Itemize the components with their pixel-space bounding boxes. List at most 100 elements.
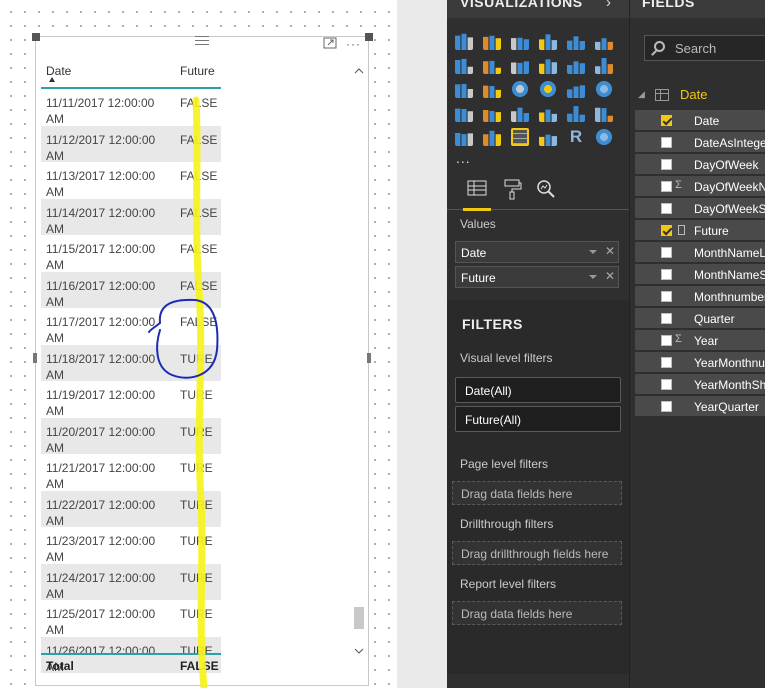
dropdown-arrow-icon[interactable] <box>589 250 597 254</box>
field-checkbox[interactable] <box>661 225 672 236</box>
table-row[interactable]: 11/18/2017 12:00:00 AM TURE <box>41 344 221 382</box>
column-header-future[interactable]: Future <box>180 64 215 78</box>
scroll-thumb[interactable] <box>354 607 364 629</box>
kpi-icon[interactable] <box>455 133 473 146</box>
value-well-future[interactable]: Future ✕ <box>455 266 619 288</box>
stacked-bar-icon[interactable] <box>455 33 473 50</box>
field-checkbox[interactable] <box>661 137 672 148</box>
table-row[interactable]: 11/20/2017 12:00:00 AM TURE <box>41 417 221 455</box>
remove-field-icon[interactable]: ✕ <box>605 244 615 258</box>
clustered-bar-icon[interactable] <box>511 37 529 50</box>
stacked-column-icon[interactable] <box>483 35 501 50</box>
table-row[interactable]: 11/13/2017 12:00:00 AM FALSE <box>41 162 221 199</box>
table-row[interactable]: 11/21/2017 12:00:00 AM TURE <box>41 454 221 491</box>
scatter-icon[interactable] <box>483 85 501 98</box>
field-item-quarter[interactable]: Quarter <box>635 308 765 329</box>
field-checkbox[interactable] <box>661 159 672 170</box>
line-chart-icon[interactable] <box>455 58 473 74</box>
waterfall-icon[interactable] <box>455 83 473 98</box>
matrix-icon[interactable] <box>539 134 557 146</box>
drag-grip-icon[interactable] <box>195 36 209 45</box>
resize-handle[interactable] <box>32 33 40 41</box>
clustered-column-icon[interactable] <box>539 34 557 50</box>
ribbon-chart-icon[interactable] <box>595 57 613 74</box>
table-visual[interactable]: ··· Date Future 11/11/2017 12:00:00 AM FA… <box>32 33 373 686</box>
filter-card-date[interactable]: Date(All) <box>455 377 621 403</box>
100-bar-icon[interactable] <box>567 36 585 50</box>
field-item-yearquarter[interactable]: YearQuarter <box>635 396 765 417</box>
resize-handle[interactable] <box>33 353 37 363</box>
area-chart-icon[interactable] <box>483 60 501 74</box>
field-checkbox[interactable] <box>661 401 672 412</box>
field-checkbox[interactable] <box>661 247 672 258</box>
filter-card-future[interactable]: Future(All) <box>455 406 621 432</box>
field-checkbox[interactable] <box>661 379 672 390</box>
field-item-dayofweeknumber[interactable]: Σ DayOfWeekNumber <box>635 176 765 197</box>
table-scrollbar[interactable] <box>354 67 366 659</box>
report-filter-drop-zone[interactable]: Drag data fields here <box>452 601 622 625</box>
remove-field-icon[interactable]: ✕ <box>605 269 615 283</box>
field-item-year[interactable]: Σ Year <box>635 330 765 351</box>
field-item-date[interactable]: Date <box>635 110 765 131</box>
field-checkbox[interactable] <box>661 335 672 346</box>
map-icon[interactable] <box>595 80 613 98</box>
100-column-icon[interactable] <box>595 38 613 50</box>
field-item-monthnumber[interactable]: Monthnumber <box>635 286 765 307</box>
shape-map-icon[interactable] <box>483 109 501 122</box>
table-row[interactable]: 11/16/2017 12:00:00 AM FALSE <box>41 271 221 309</box>
focus-mode-icon[interactable] <box>323 37 337 52</box>
field-item-future[interactable]: Future <box>635 220 765 241</box>
treemap-icon[interactable] <box>567 85 585 98</box>
table-row[interactable]: 11/14/2017 12:00:00 AM FALSE <box>41 198 221 236</box>
field-item-dayofweek[interactable]: DayOfWeek <box>635 154 765 175</box>
field-checkbox[interactable] <box>661 313 672 324</box>
expand-triangle-icon[interactable]: ◢ <box>638 89 645 100</box>
table-row[interactable]: 11/11/2017 12:00:00 AM FALSE <box>41 89 221 126</box>
slicer-icon[interactable] <box>483 130 501 146</box>
analytics-magnifier-icon[interactable] <box>534 178 558 202</box>
r-visual-icon[interactable]: R <box>567 128 585 146</box>
collapse-chevron-icon[interactable]: › <box>606 0 611 11</box>
field-checkbox[interactable] <box>661 291 672 302</box>
pie-icon[interactable] <box>511 80 529 98</box>
table-row[interactable]: 11/15/2017 12:00:00 AM FALSE <box>41 235 221 272</box>
scroll-down-icon[interactable] <box>354 647 364 657</box>
table-node-date[interactable]: ◢ Date <box>638 86 765 104</box>
fields-tab-icon[interactable] <box>465 178 489 202</box>
field-item-yearmonthnumber[interactable]: YearMonthnumber <box>635 352 765 373</box>
line-clustered-icon[interactable] <box>567 61 585 74</box>
donut-icon[interactable] <box>539 80 557 98</box>
drillthrough-drop-zone[interactable]: Drag drillthrough fields here <box>452 541 622 565</box>
field-checkbox[interactable] <box>661 181 672 192</box>
multirow-card-icon[interactable] <box>595 107 613 122</box>
field-item-monthnameshort[interactable]: MonthNameShort <box>635 264 765 285</box>
sort-ascending-icon[interactable] <box>49 77 55 82</box>
field-checkbox[interactable] <box>661 115 672 126</box>
field-checkbox[interactable] <box>661 269 672 280</box>
field-item-monthnamelong[interactable]: MonthNameLong <box>635 242 765 263</box>
table-row[interactable]: 11/17/2017 12:00:00 AM FALSE <box>41 308 221 345</box>
resize-handle[interactable] <box>365 33 373 41</box>
card-icon[interactable] <box>567 106 585 122</box>
resize-handle[interactable] <box>367 353 371 363</box>
table-row[interactable]: 11/19/2017 12:00:00 AM TURE <box>41 381 221 418</box>
table-row[interactable]: 11/25/2017 12:00:00 AM TURE <box>41 600 221 637</box>
dropdown-arrow-icon[interactable] <box>589 275 597 279</box>
field-checkbox[interactable] <box>661 357 672 368</box>
page-filter-drop-zone[interactable]: Drag data fields here <box>452 481 622 505</box>
value-well-date[interactable]: Date ✕ <box>455 241 619 263</box>
scroll-up-icon[interactable] <box>354 67 364 77</box>
table-row[interactable]: 11/23/2017 12:00:00 AM TURE <box>41 527 221 564</box>
table-row[interactable]: 11/22/2017 12:00:00 AM TURE <box>41 490 221 528</box>
column-header-date[interactable]: Date <box>46 64 71 78</box>
format-paint-roller-icon[interactable] <box>500 178 524 202</box>
table-row[interactable]: 11/12/2017 12:00:00 AM FALSE <box>41 125 221 163</box>
gauge-icon[interactable] <box>539 109 557 122</box>
field-checkbox[interactable] <box>661 203 672 214</box>
more-visuals-icon[interactable]: ... <box>456 150 471 166</box>
more-options-icon[interactable]: ··· <box>346 37 361 51</box>
fields-search-input[interactable]: Search <box>644 35 765 61</box>
field-item-dateasinteger[interactable]: DateAsInteger <box>635 132 765 153</box>
table-row[interactable]: 11/24/2017 12:00:00 AM TURE <box>41 563 221 601</box>
table-icon[interactable] <box>511 128 529 146</box>
